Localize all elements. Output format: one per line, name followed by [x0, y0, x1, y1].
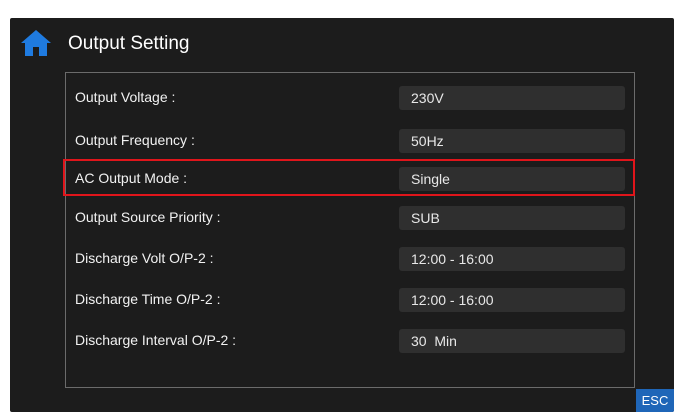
setting-label: Discharge Interval O/P-2 :: [75, 332, 237, 348]
setting-label: Discharge Volt O/P-2 :: [75, 250, 214, 266]
setting-value-field[interactable]: 50Hz: [399, 129, 625, 153]
setting-value-field[interactable]: 12:00 - 16:00: [399, 288, 625, 312]
setting-label: Output Source Priority :: [75, 209, 221, 225]
setting-row-output-voltage[interactable]: Output Voltage : 230V: [66, 78, 634, 116]
setting-row-output-frequency[interactable]: Output Frequency : 50Hz: [66, 121, 634, 159]
setting-row-output-source-priority[interactable]: Output Source Priority : SUB: [66, 198, 634, 236]
page-title: Output Setting: [68, 33, 190, 54]
esc-button[interactable]: ESC: [636, 389, 674, 412]
setting-value-field[interactable]: 30 Min: [399, 329, 625, 353]
home-icon[interactable]: [20, 28, 52, 58]
output-setting-screen: Output Setting Output Voltage : 230V Out…: [10, 18, 674, 412]
settings-panel: Output Voltage : 230V Output Frequency :…: [65, 72, 635, 388]
setting-value-field[interactable]: SUB: [399, 206, 625, 230]
setting-label: Output Frequency :: [75, 132, 195, 148]
setting-row-discharge-time[interactable]: Discharge Time O/P-2 : 12:00 - 16:00: [66, 280, 634, 318]
setting-value-field[interactable]: 12:00 - 16:00: [399, 247, 625, 271]
setting-label: Discharge Time O/P-2 :: [75, 291, 221, 307]
setting-value-field[interactable]: 230V: [399, 86, 625, 110]
setting-label: Output Voltage :: [75, 89, 176, 105]
setting-row-discharge-volt[interactable]: Discharge Volt O/P-2 : 12:00 - 16:00: [66, 239, 634, 277]
setting-row-discharge-interval[interactable]: Discharge Interval O/P-2 : 30 Min: [66, 321, 634, 359]
selected-row-highlight: [63, 159, 635, 196]
